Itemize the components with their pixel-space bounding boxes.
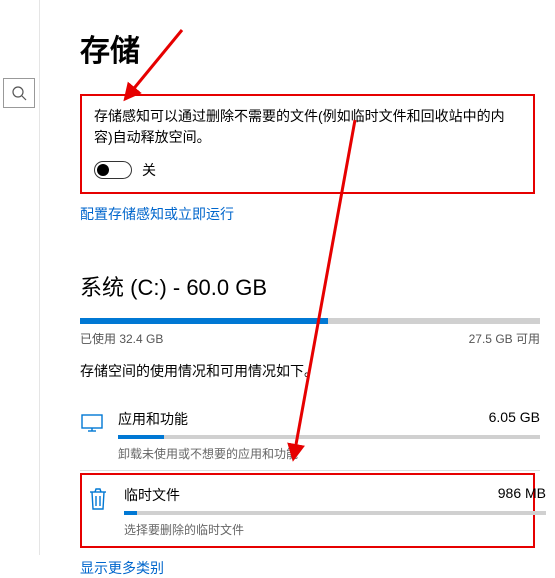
storage-sense-description: 存储感知可以通过删除不需要的文件(例如临时文件和回收站中的内容)自动释放空间。 xyxy=(94,106,521,148)
apps-icon xyxy=(80,411,104,435)
drive-usage-desc: 存储空间的使用情况和可用情况如下。 xyxy=(80,361,535,381)
category-temp-sub: 选择要删除的临时文件 xyxy=(124,521,546,538)
storage-sense-toggle-row: 关 xyxy=(94,160,521,180)
category-apps-size: 6.05 GB xyxy=(489,409,540,429)
search-input[interactable] xyxy=(3,78,35,108)
drive-usage-bar-fill xyxy=(80,318,328,324)
drive-free-label: 27.5 GB 可用 xyxy=(469,330,540,347)
drive-usage-bar xyxy=(80,318,540,324)
category-temp-bar-fill xyxy=(124,511,137,515)
category-apps[interactable]: 应用和功能 6.05 GB 卸载未使用或不想要的应用和功能 xyxy=(80,399,540,471)
annotation-box-temp: 临时文件 986 MB 选择要删除的临时文件 xyxy=(80,473,535,548)
content-area: 存储 存储感知可以通过删除不需要的文件(例如临时文件和回收站中的内容)自动释放空… xyxy=(40,0,555,578)
storage-sense-toggle[interactable] xyxy=(94,161,132,179)
category-temp[interactable]: 临时文件 986 MB 选择要删除的临时文件 xyxy=(86,475,546,546)
storage-sense-toggle-label: 关 xyxy=(142,160,156,180)
category-temp-bar xyxy=(124,511,546,515)
page-title: 存储 xyxy=(80,26,535,70)
category-apps-sub: 卸载未使用或不想要的应用和功能 xyxy=(118,445,540,462)
annotation-box-storage-sense: 存储感知可以通过删除不需要的文件(例如临时文件和回收站中的内容)自动释放空间。 … xyxy=(80,94,535,194)
drive-used-label: 已使用 32.4 GB xyxy=(80,330,163,347)
left-panel xyxy=(0,0,40,555)
category-apps-bar xyxy=(118,435,540,439)
category-apps-name: 应用和功能 xyxy=(118,409,188,429)
drive-usage-labels: 已使用 32.4 GB 27.5 GB 可用 xyxy=(80,330,540,347)
configure-storage-sense-link[interactable]: 配置存储感知或立即运行 xyxy=(80,204,234,224)
drive-title: 系统 (C:) - 60.0 GB xyxy=(80,270,535,302)
search-icon xyxy=(11,85,27,101)
category-temp-name: 临时文件 xyxy=(124,485,180,505)
trash-icon xyxy=(86,487,110,511)
show-more-link[interactable]: 显示更多类别 xyxy=(80,558,164,578)
category-apps-bar-fill xyxy=(118,435,164,439)
category-temp-size: 986 MB xyxy=(498,485,546,505)
